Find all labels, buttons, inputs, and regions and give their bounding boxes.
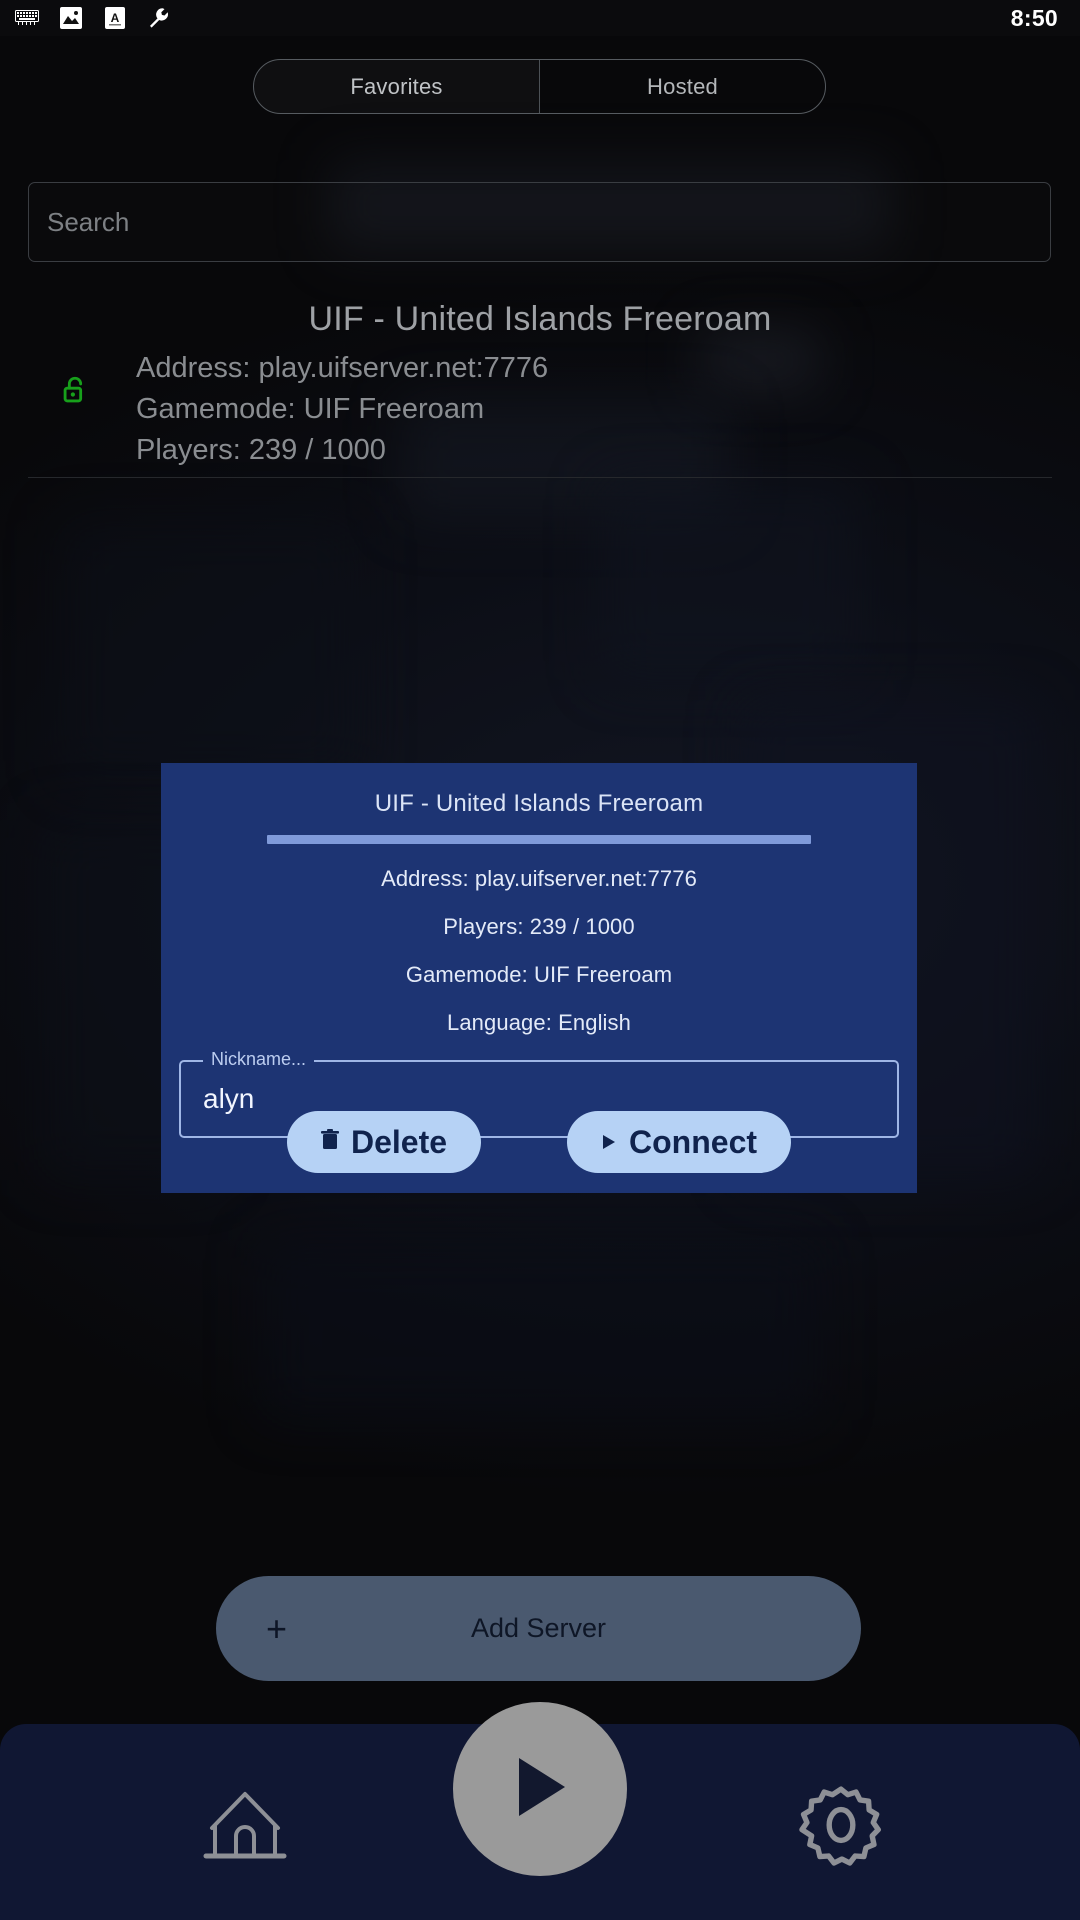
- search-placeholder: Search: [47, 206, 130, 237]
- wrench-icon[interactable]: [146, 5, 172, 31]
- server-address: Address: play.uifserver.net:7776: [136, 352, 549, 384]
- search-input[interactable]: Search: [28, 182, 1051, 262]
- keyboard-icon[interactable]: [14, 5, 40, 31]
- delete-button-label: Delete: [350, 1123, 448, 1160]
- server-meta: Address: play.uifserver.net:7776 Gamemod…: [136, 348, 548, 471]
- dialog-address: Address: play.uifserver.net:7776: [381, 866, 697, 891]
- bottom-navigation-bar: [0, 1702, 1080, 1920]
- play-icon: [509, 1752, 571, 1827]
- add-server-button[interactable]: + Add Server: [216, 1576, 861, 1681]
- server-gamemode: Gamemode: UIF Freeroam: [136, 393, 485, 425]
- tab-bar: Favorites Hosted: [253, 59, 826, 114]
- plus-icon: +: [266, 1607, 288, 1649]
- play-triangle-icon: [601, 1129, 617, 1155]
- bg-blur-plate: [600, 480, 860, 680]
- svg-text:A: A: [111, 11, 120, 25]
- app-root: A 8:50 Favorites Hosted Search UIF - Uni…: [0, 0, 1080, 1920]
- server-players: Players: 239 / 1000: [136, 434, 386, 466]
- server-list: UIF - United Islands Freeroam Address: p…: [0, 282, 1080, 478]
- text-a-icon[interactable]: A: [102, 5, 128, 31]
- nickname-label: Nickname...: [203, 1049, 315, 1070]
- lock-open-icon: [58, 374, 92, 408]
- status-bar: A 8:50: [0, 0, 1080, 36]
- play-button[interactable]: [453, 1702, 627, 1876]
- dialog-language: Language: English: [447, 1010, 631, 1035]
- connect-button-label: Connect: [629, 1123, 758, 1160]
- bg-blur-plate: [260, 1240, 820, 1420]
- gear-icon[interactable]: [798, 1782, 884, 1868]
- bg-blur-plate: [60, 520, 360, 780]
- dialog-players: Players: 239 / 1000: [443, 914, 635, 939]
- status-bar-icons: A: [0, 5, 172, 31]
- delete-button[interactable]: Delete: [286, 1111, 482, 1173]
- dialog-title: UIF - United Islands Freeroam: [374, 790, 704, 817]
- dialog-gamemode: Gamemode: UIF Freeroam: [405, 962, 673, 987]
- status-bar-clock: 8:50: [1010, 4, 1058, 31]
- image-icon[interactable]: [58, 5, 84, 31]
- home-icon[interactable]: [202, 1786, 288, 1864]
- tab-hosted[interactable]: Hosted: [539, 60, 825, 113]
- server-details-dialog: UIF - United Islands Freeroam Address: p…: [161, 763, 917, 1193]
- dialog-divider: [267, 835, 811, 844]
- trash-icon: [320, 1129, 339, 1155]
- tab-favorites[interactable]: Favorites: [254, 60, 539, 113]
- server-title: UIF - United Islands Freeroam: [308, 300, 772, 338]
- server-list-item[interactable]: UIF - United Islands Freeroam Address: p…: [28, 282, 1052, 478]
- dialog-actions: Delete Connect: [161, 1111, 917, 1173]
- connect-button[interactable]: Connect: [567, 1111, 792, 1173]
- add-server-label: Add Server: [470, 1613, 607, 1643]
